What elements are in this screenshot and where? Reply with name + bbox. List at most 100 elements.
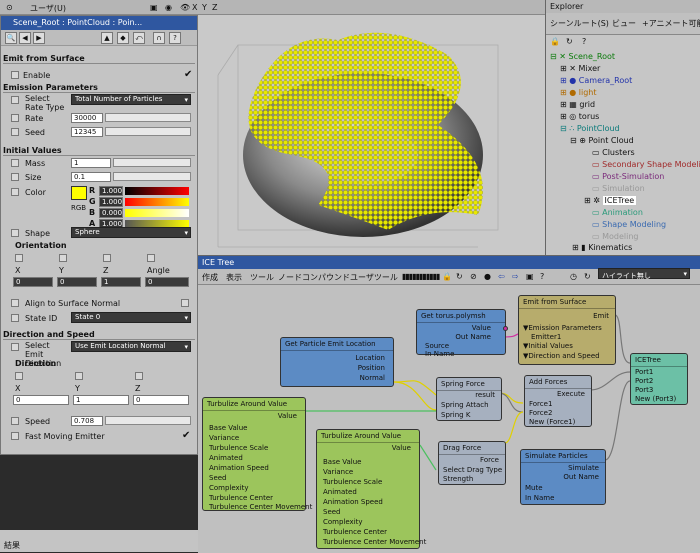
rate-type-anim[interactable]	[11, 96, 19, 104]
tree-item-animation[interactable]: ▭ Animation	[592, 208, 643, 217]
dir-z-field[interactable]: 0	[133, 395, 189, 405]
tree-item-simulation[interactable]: ▭ Simulation	[592, 184, 645, 193]
shape-dropdown[interactable]: Sphere ▾	[71, 227, 191, 238]
tree-item-clusters[interactable]: ▭ Clusters	[592, 148, 635, 157]
section-emit-from-surface[interactable]: Emit from Surface	[3, 54, 195, 64]
back-icon[interactable]: ⇦	[498, 272, 505, 281]
speed-anim[interactable]	[11, 417, 19, 425]
seed-slider[interactable]	[105, 127, 191, 136]
node-drag-force[interactable]: Drag Force Force Select Drag Type Streng…	[438, 441, 506, 485]
tree-item-icetree[interactable]: ⊞ ✲ ICETree	[584, 196, 637, 205]
record-icon[interactable]: ●	[484, 272, 491, 281]
menu-create[interactable]: 作成	[202, 272, 218, 283]
ori-y-field[interactable]: 0	[57, 277, 97, 287]
tree-item-secondary-shape[interactable]: ▭ Secondary Shape Modeling	[592, 160, 700, 169]
size-field[interactable]: 0.1	[71, 172, 111, 182]
b-field[interactable]: 0.000	[99, 208, 123, 218]
viewport-menu-icon[interactable]: ⊙	[6, 3, 13, 12]
lock-icon[interactable]: 🔒	[442, 272, 452, 281]
keyframe-icon[interactable]: ◆	[117, 32, 129, 44]
ori-angle-anim[interactable]	[147, 254, 155, 262]
node-emit-from-surface[interactable]: Emit from Surface Emit ▼Emission Paramet…	[518, 295, 616, 365]
tree-item-post-simulation[interactable]: ▭ Post-Simulation	[592, 172, 664, 181]
tree-item-camera-root[interactable]: ⊞ ● Camera_Root	[560, 76, 632, 85]
ori-angle-field[interactable]: 0	[145, 277, 189, 287]
pin-icon[interactable]: ∩	[153, 32, 165, 44]
state-anim[interactable]	[11, 314, 19, 322]
align-anim[interactable]	[11, 299, 19, 307]
tree-item-point-cloud[interactable]: ⊟ ⊕ Point Cloud	[570, 136, 634, 145]
color-swatch[interactable]	[71, 186, 87, 200]
tree-item-grid[interactable]: ⊞ ▦ grid	[560, 100, 595, 109]
node-get-torus[interactable]: Get torus.polymsh Value Out Name Source …	[416, 309, 508, 358]
r-slider[interactable]	[125, 187, 189, 195]
dir-z-anim[interactable]	[135, 372, 143, 380]
ori-x-field[interactable]: 0	[13, 277, 53, 287]
speed-field[interactable]: 0.708	[71, 416, 103, 426]
explorer-help-icon[interactable]: ?	[582, 37, 586, 46]
menu-compound[interactable]: コンパウンド	[302, 272, 350, 283]
node-icetree-root[interactable]: ICETree Port1 Port2 Port3 New (Port3)	[630, 353, 688, 405]
state-dropdown[interactable]: State 0 ▾	[71, 312, 191, 323]
help-icon[interactable]: ?	[540, 272, 544, 281]
explorer-refresh-icon[interactable]: ↻	[566, 37, 573, 46]
ori-z-field[interactable]: 1	[101, 277, 141, 287]
ori-z-anim[interactable]	[103, 254, 111, 262]
node-spring-force[interactable]: Spring Force result Spring Attach Spring…	[436, 377, 502, 421]
node-turbulize-1[interactable]: Turbulize Around Value Value Base Value …	[202, 397, 312, 511]
clear-icon[interactable]: ⊘	[470, 272, 477, 281]
explorer-lock-icon[interactable]: 🔒	[550, 37, 560, 46]
refresh-icon[interactable]: ↻	[456, 272, 463, 281]
dir-y-anim[interactable]	[75, 372, 83, 380]
speed-slider[interactable]	[105, 416, 191, 425]
tree-item-scene-root[interactable]: ⊟ ✕ Scene_Root	[550, 52, 615, 61]
mass-anim[interactable]	[11, 159, 19, 167]
ori-x-anim[interactable]	[15, 254, 23, 262]
explorer-scope-menu[interactable]: シーンルート(S)	[550, 18, 609, 29]
tree-item-torus[interactable]: ⊞ ◎ torus	[560, 112, 599, 121]
size-slider[interactable]	[113, 172, 191, 181]
r-field[interactable]: 1.000	[99, 186, 123, 196]
dir-y-field[interactable]: 1	[73, 395, 129, 405]
b-slider[interactable]	[125, 209, 189, 217]
menu-view[interactable]: 表示	[226, 272, 242, 283]
menu-node[interactable]: ノード	[278, 272, 302, 283]
tree-item-pointcloud[interactable]: ⊟ ∴ PointCloud	[560, 124, 620, 133]
node-get-particle-emit-location[interactable]: Get Particle Emit Location Location Posi…	[280, 337, 394, 387]
dir-x-field[interactable]: 0	[13, 395, 69, 405]
mass-slider[interactable]	[113, 158, 191, 167]
tree-item-kinematics[interactable]: ⊞ ▮ Kinematics	[572, 243, 632, 252]
forward-icon[interactable]: ⇨	[512, 272, 519, 281]
size-anim[interactable]	[11, 173, 19, 181]
camera-icon[interactable]: ▣	[150, 3, 158, 12]
eye-icon[interactable]: 👁	[180, 3, 190, 12]
ice-zoom-slider[interactable]: ▮▮▮▮▮▮▮▮▮▮▮	[402, 272, 440, 281]
clock-icon[interactable]: ◷	[570, 272, 577, 281]
rate-anim[interactable]	[11, 114, 19, 122]
node-add-forces[interactable]: Add Forces Execute Force1 Force2 New (Fo…	[524, 375, 592, 427]
shape-anim[interactable]	[11, 229, 19, 237]
node-turbulize-2[interactable]: Turbulize Around Value Value Base Value …	[316, 429, 426, 549]
explorer-filter-menu[interactable]: +アニメート可能な	[642, 18, 700, 29]
dir-x-anim[interactable]	[15, 372, 23, 380]
node-simulate-particles[interactable]: Simulate Particles Simulate Out Name Mut…	[520, 449, 606, 505]
explorer-view-menu[interactable]: ビュー	[612, 18, 636, 29]
g-field[interactable]: 1.000	[99, 197, 123, 207]
ice-refresh-icon[interactable]: ↻	[584, 272, 591, 281]
color-anim[interactable]	[11, 188, 19, 196]
preset-icon[interactable]: ▲	[101, 32, 113, 44]
ice-graph-area[interactable]: Get torus.polymsh Value Out Name Source …	[198, 285, 700, 553]
menu-tools[interactable]: ツール	[250, 272, 274, 283]
shading-icon[interactable]: ◉	[165, 3, 172, 12]
highlight-dropdown[interactable]: ハイライト無し ▾	[598, 268, 690, 280]
port-dot[interactable]	[503, 326, 508, 331]
fast-moving-anim[interactable]	[11, 432, 19, 440]
mass-field[interactable]: 1	[71, 158, 111, 168]
seed-anim[interactable]	[11, 128, 19, 136]
viewport-user-menu[interactable]: ユーザ(U)	[30, 3, 66, 14]
revert-icon[interactable]: ⤺	[133, 32, 145, 44]
g-slider[interactable]	[125, 198, 189, 206]
next-icon[interactable]: ▶	[33, 32, 45, 44]
emit-dir-anim[interactable]	[11, 343, 19, 351]
menu-user-tools[interactable]: ユーザツール	[350, 272, 398, 283]
